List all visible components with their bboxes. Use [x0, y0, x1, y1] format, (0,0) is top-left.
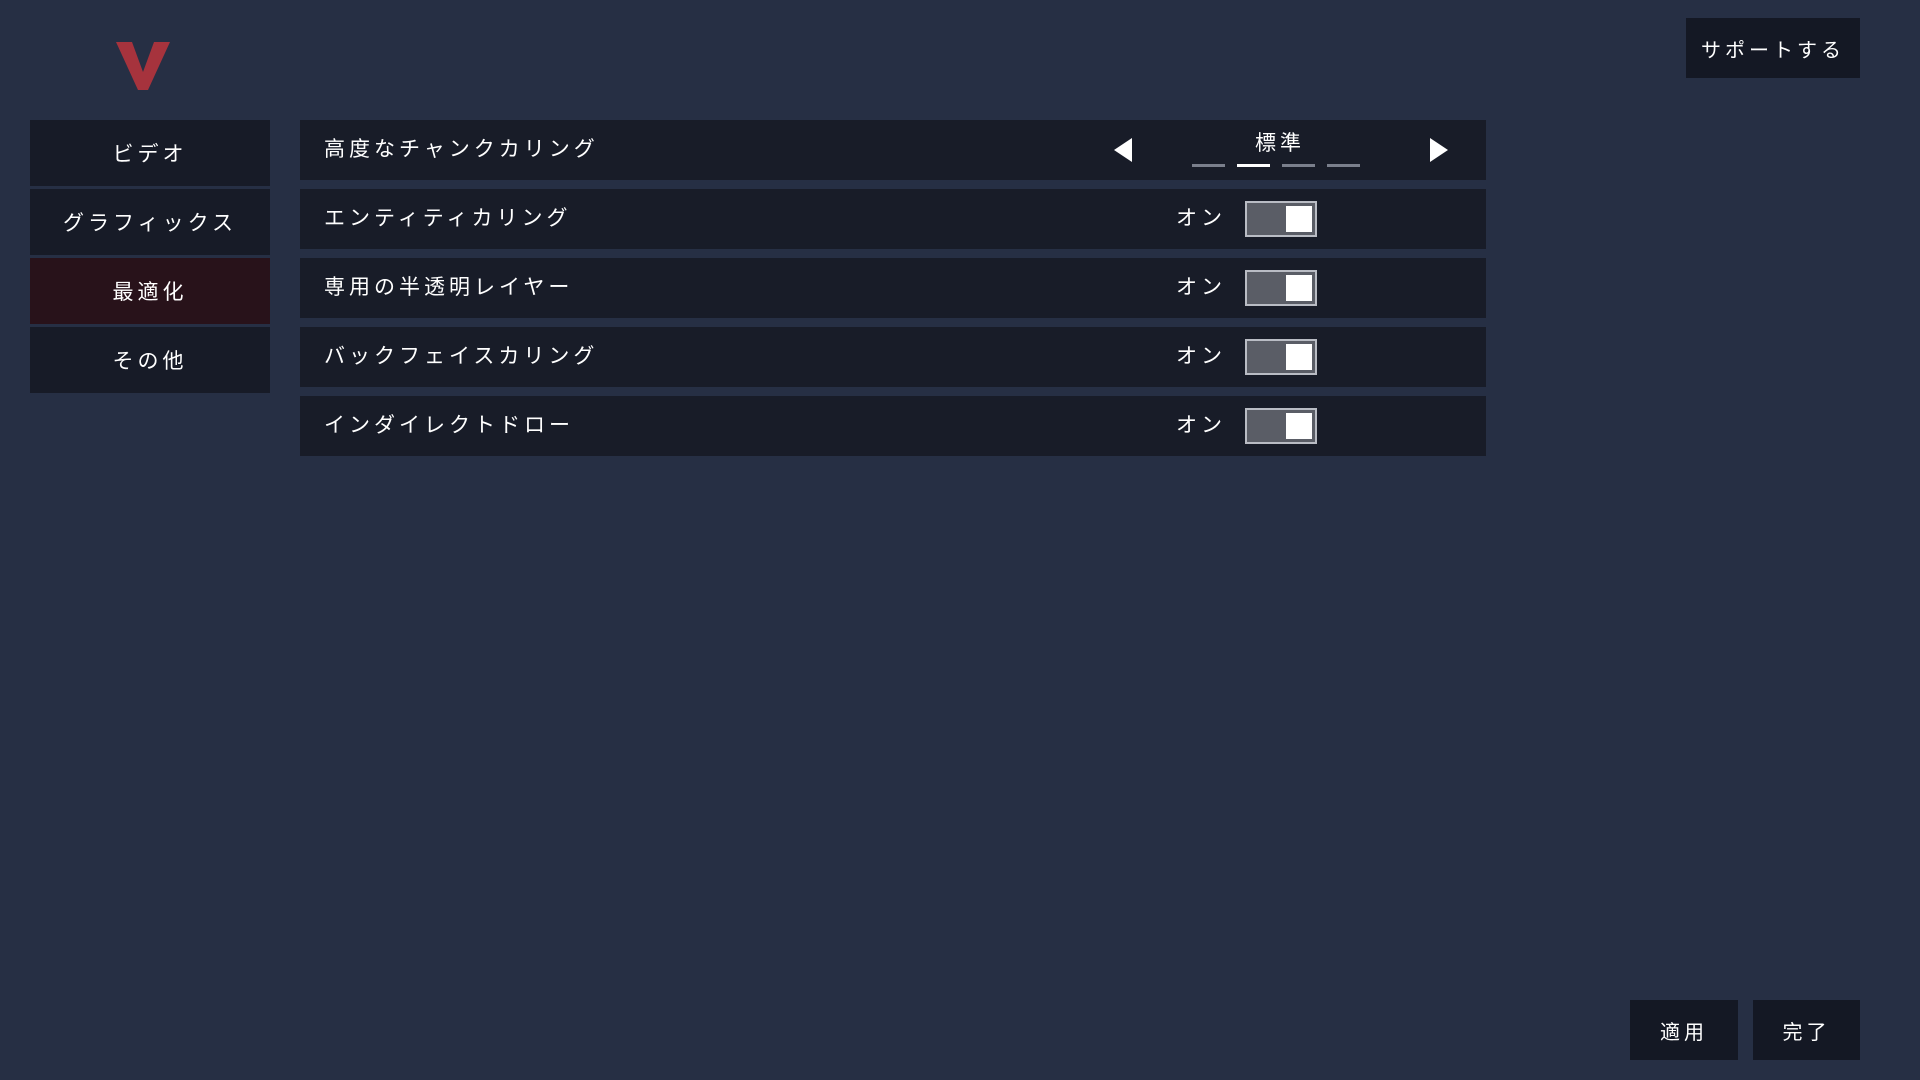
- settings-list: 高度なチャンクカリング 標準 エンティティカリング オン 専用の半透明レイヤー …: [300, 120, 1486, 465]
- toggle-knob: [1286, 275, 1312, 301]
- sidebar-item-label: 最適化: [112, 280, 188, 304]
- toggle-state-label: オン: [1176, 344, 1226, 368]
- toggle-state-label: オン: [1176, 206, 1226, 230]
- arrow-left-icon[interactable]: [1110, 135, 1138, 165]
- toggle-state-label: オン: [1176, 413, 1226, 437]
- translucent-layer-toggle[interactable]: [1245, 270, 1317, 306]
- sidebar: ビデオ グラフィックス 最適化 その他: [30, 120, 270, 396]
- sidebar-item-graphics[interactable]: グラフィックス: [30, 189, 270, 255]
- toggle-knob: [1286, 206, 1312, 232]
- toggle-state-label: オン: [1176, 275, 1226, 299]
- option-dot: [1282, 164, 1315, 167]
- support-button-label: サポートする: [1701, 37, 1845, 62]
- setting-row-indirect-draw: インダイレクトドロー オン: [300, 396, 1486, 456]
- sidebar-item-video[interactable]: ビデオ: [30, 120, 270, 186]
- option-dot: [1192, 164, 1225, 167]
- option-dot: [1327, 164, 1360, 167]
- apply-button-label: 適用: [1660, 1019, 1708, 1044]
- setting-row-chunk-culling: 高度なチャンクカリング 標準: [300, 120, 1486, 180]
- chunk-culling-value: 標準: [1255, 131, 1305, 155]
- setting-label: 専用の半透明レイヤー: [324, 275, 574, 299]
- app-logo-icon: [116, 42, 170, 90]
- sidebar-item-label: その他: [112, 349, 188, 373]
- toggle-knob: [1286, 413, 1312, 439]
- entity-culling-toggle[interactable]: [1245, 201, 1317, 237]
- setting-label: バックフェイスカリング: [324, 344, 599, 368]
- backface-culling-toggle[interactable]: [1245, 339, 1317, 375]
- indirect-draw-toggle[interactable]: [1245, 408, 1317, 444]
- setting-row-backface-culling: バックフェイスカリング オン: [300, 327, 1486, 387]
- support-button[interactable]: サポートする: [1686, 18, 1860, 78]
- sidebar-item-other[interactable]: その他: [30, 327, 270, 393]
- done-button-label: 完了: [1782, 1019, 1831, 1044]
- sidebar-item-label: ビデオ: [112, 142, 188, 166]
- apply-button[interactable]: 適用: [1630, 1000, 1738, 1060]
- option-dot-active: [1237, 164, 1270, 167]
- arrow-right-icon[interactable]: [1424, 135, 1452, 165]
- setting-label: 高度なチャンクカリング: [324, 137, 599, 161]
- sidebar-item-optimization[interactable]: 最適化: [30, 258, 270, 324]
- done-button[interactable]: 完了: [1753, 1000, 1860, 1060]
- setting-label: エンティティカリング: [324, 206, 572, 230]
- setting-row-translucent-layer: 専用の半透明レイヤー オン: [300, 258, 1486, 318]
- toggle-knob: [1286, 344, 1312, 370]
- sidebar-item-label: グラフィックス: [63, 211, 237, 235]
- setting-row-entity-culling: エンティティカリング オン: [300, 189, 1486, 249]
- setting-label: インダイレクトドロー: [324, 413, 574, 437]
- option-indicator: [1192, 164, 1362, 168]
